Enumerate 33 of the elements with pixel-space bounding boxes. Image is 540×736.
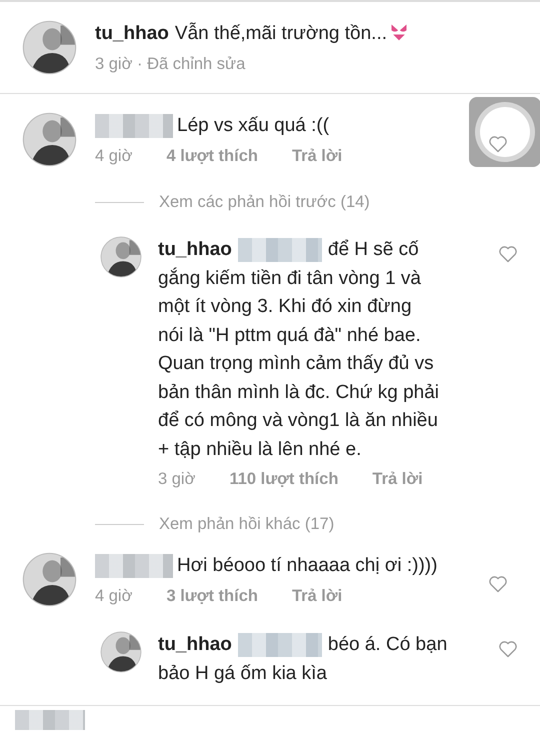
- timestamp: 3 giờ · Đã chỉnh sửa: [95, 54, 246, 74]
- heart-icon[interactable]: [498, 639, 518, 659]
- comment-text: nói là "H pttm quá đà" nhé bae.: [158, 324, 421, 346]
- reply-link[interactable]: Trả lời: [372, 470, 423, 489]
- username[interactable]: tu_hhao: [158, 634, 232, 655]
- timestamp: 3 giờ: [158, 470, 196, 489]
- comment-text: để H sẽ cố: [328, 239, 419, 260]
- comment-text: Hơi béooo tí nhaaaa chị ơi :)))): [177, 555, 438, 576]
- likes-count[interactable]: 3 lượt thích: [166, 586, 258, 606]
- username[interactable]: tu_hhao: [158, 239, 232, 260]
- heart-icon[interactable]: [488, 134, 508, 154]
- likes-count[interactable]: 110 lượt thích: [229, 470, 338, 489]
- comment-text: để có mông và vòng1 là ăn nhiều: [158, 410, 438, 431]
- heart-icon[interactable]: [488, 574, 508, 594]
- comment-text: Vẫn thế,mãi trường tồn...: [174, 23, 388, 44]
- comment-text: gắng kiếm tiền đi tân vòng 1 và: [158, 268, 422, 288]
- comment-text: bảo H gá ốm kia kìa: [158, 662, 327, 684]
- likes-count[interactable]: 4 lượt thích: [166, 146, 258, 166]
- heart-icon[interactable]: [498, 244, 518, 264]
- reply-link[interactable]: Trả lời: [292, 146, 342, 166]
- comment-text: Lép vs xấu quá :((: [177, 115, 330, 136]
- username[interactable]: tu_hhao: [95, 23, 169, 44]
- comment-text: bản thân mình là đc. Chứ kg phải: [158, 382, 440, 402]
- floating-button[interactable]: [469, 97, 540, 167]
- reply-link[interactable]: Trả lời: [292, 586, 342, 606]
- view-replies-link[interactable]: Xem các phản hồi trước (14): [159, 193, 370, 212]
- timestamp: 4 giờ: [95, 586, 132, 606]
- view-replies-link[interactable]: Xem phản hồi khác (17): [159, 515, 334, 534]
- timestamp: 4 giờ: [95, 146, 132, 166]
- comment-text: + tập nhiều là lên nhé e.: [158, 438, 362, 460]
- comment-text: béo á. Có bạn: [328, 634, 448, 655]
- comment-text: một ít vòng 3. Khi đó xin đừng: [158, 296, 412, 317]
- comment-text: Quan trọng mình cảm thấy đủ vs: [158, 353, 434, 374]
